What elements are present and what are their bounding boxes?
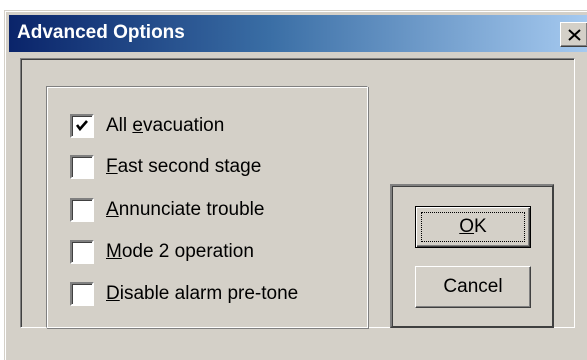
option-label: Fast second stage [106, 156, 262, 177]
checkbox-all-evacuation[interactable] [70, 114, 94, 138]
checkbox-annunciate-trouble[interactable] [70, 198, 94, 222]
option-label: Annunciate trouble [106, 199, 265, 220]
checkbox-fast-second-stage[interactable] [70, 155, 94, 179]
checkmark-icon [75, 120, 88, 132]
checkbox-mode-2-operation[interactable] [70, 240, 94, 264]
checkbox-disable-alarm-pre-tone[interactable] [70, 282, 94, 306]
ok-button[interactable]: OK [415, 206, 531, 248]
option-label: Mode 2 operation [106, 241, 254, 262]
cancel-button[interactable]: Cancel [415, 266, 531, 308]
title-bar[interactable]: Advanced Options [9, 15, 587, 52]
ok-button-label: OK [459, 216, 487, 237]
option-label: All evacuation [106, 115, 225, 136]
dialog-title: Advanced Options [17, 22, 185, 43]
close-icon [568, 29, 581, 41]
close-button[interactable] [560, 22, 587, 47]
option-label: Disable alarm pre-tone [106, 283, 299, 304]
cancel-button-label: Cancel [443, 276, 503, 297]
